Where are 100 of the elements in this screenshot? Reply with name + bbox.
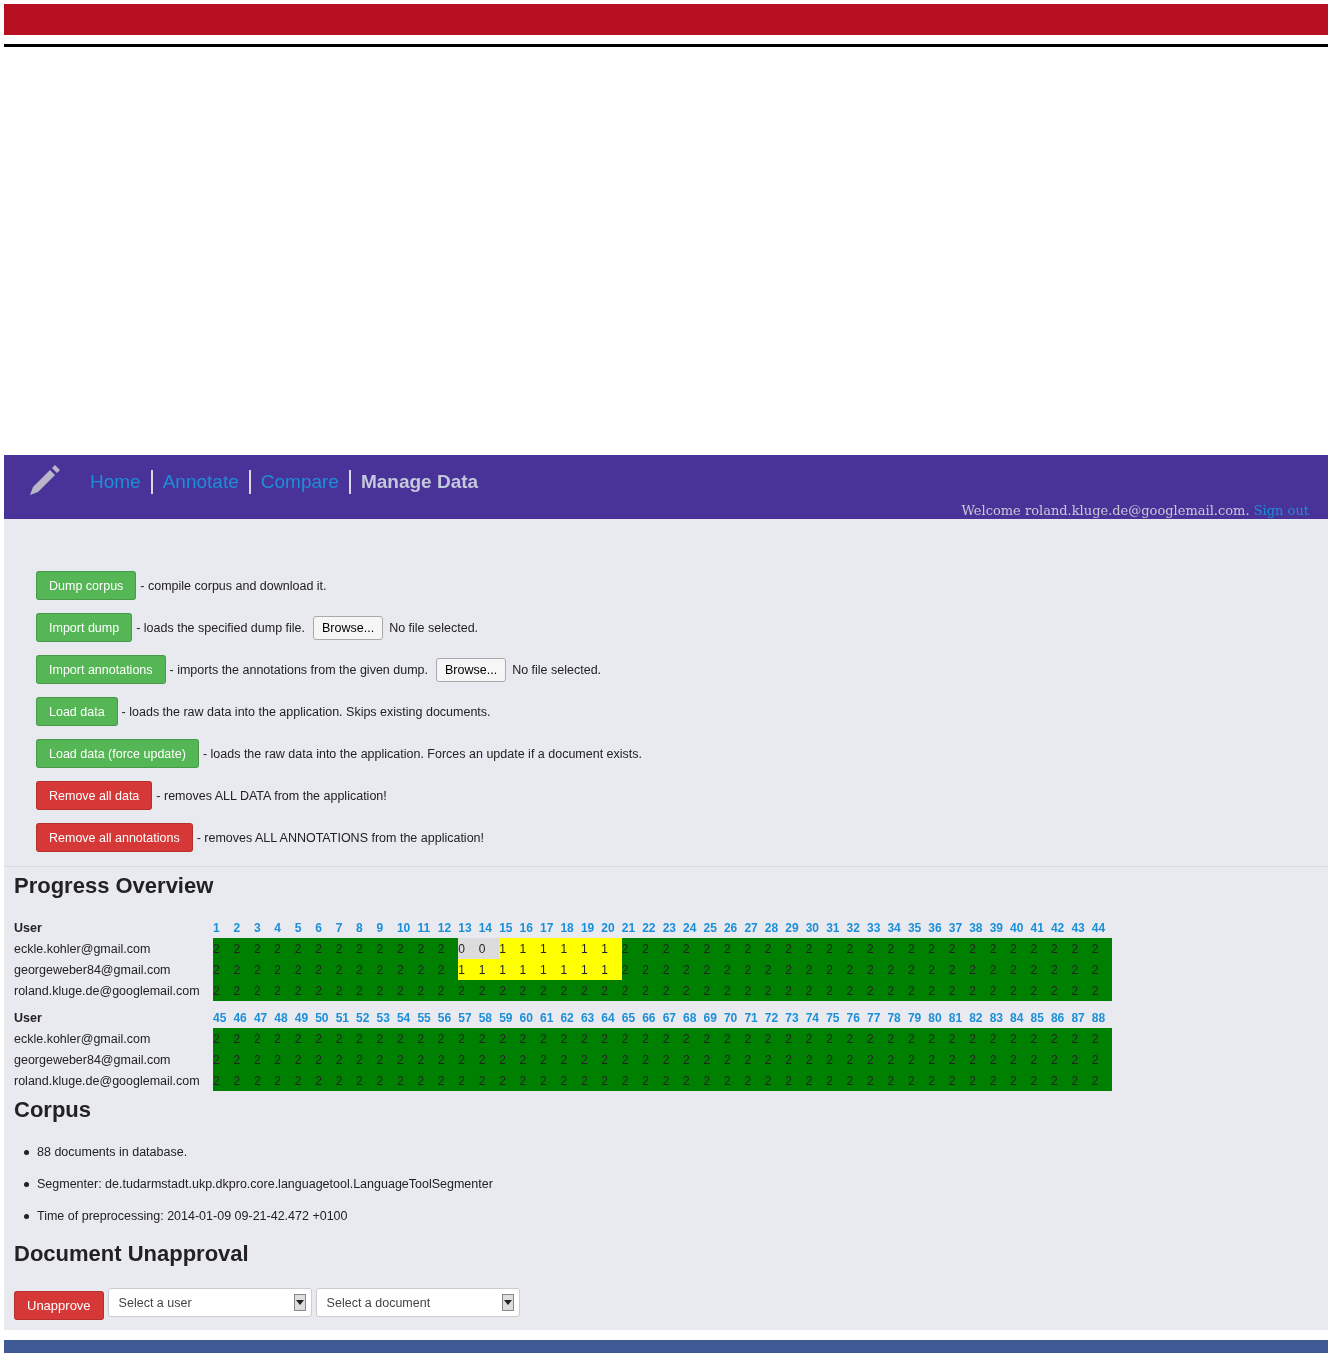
unapprove-button[interactable]: Unapprove <box>14 1291 104 1320</box>
document-link[interactable]: 64 <box>601 1010 615 1025</box>
document-link[interactable]: 33 <box>867 920 881 935</box>
document-link[interactable]: 43 <box>1071 920 1085 935</box>
document-link[interactable]: 19 <box>580 920 595 935</box>
document-link[interactable]: 12 <box>437 920 452 935</box>
action-button[interactable]: Load data (force update) <box>36 739 199 768</box>
document-link[interactable]: 82 <box>969 1010 983 1025</box>
document-link[interactable]: 74 <box>805 1010 820 1025</box>
document-link[interactable]: 60 <box>519 1010 533 1025</box>
document-link[interactable]: 22 <box>642 920 656 935</box>
document-link[interactable]: 28 <box>764 920 779 935</box>
document-link[interactable]: 67 <box>662 1010 676 1025</box>
document-link[interactable]: 68 <box>683 1010 697 1025</box>
document-link[interactable]: 52 <box>356 1010 370 1025</box>
document-link[interactable]: 38 <box>969 920 983 935</box>
document-link[interactable]: 84 <box>1010 1010 1024 1025</box>
document-link[interactable]: 25 <box>703 920 717 935</box>
document-link[interactable]: 23 <box>662 920 676 935</box>
document-link[interactable]: 34 <box>887 920 901 935</box>
document-link[interactable]: 66 <box>642 1010 656 1025</box>
nav-link[interactable]: Annotate <box>152 471 249 493</box>
document-link[interactable]: 49 <box>294 1010 309 1025</box>
document-link[interactable]: 26 <box>723 920 738 935</box>
browse-button[interactable]: Browse... <box>313 615 384 640</box>
document-link[interactable]: 76 <box>846 1010 860 1025</box>
document-link[interactable]: 87 <box>1071 1010 1085 1025</box>
document-link[interactable]: 18 <box>560 920 574 935</box>
document-link[interactable]: 73 <box>785 1010 799 1025</box>
document-link[interactable]: 7 <box>335 920 343 935</box>
document-link[interactable]: 70 <box>723 1010 738 1025</box>
document-link[interactable]: 30 <box>805 920 820 935</box>
document-link[interactable]: 72 <box>764 1010 779 1025</box>
document-link[interactable]: 65 <box>621 1010 636 1025</box>
document-link[interactable]: 47 <box>253 1010 268 1025</box>
document-link[interactable]: 59 <box>499 1010 513 1025</box>
document-link[interactable]: 11 <box>417 920 431 935</box>
document-link[interactable]: 20 <box>601 920 615 935</box>
document-link[interactable]: 44 <box>1091 920 1106 935</box>
document-link[interactable]: 63 <box>580 1010 595 1025</box>
document-link[interactable]: 69 <box>703 1010 717 1025</box>
document-link[interactable]: 85 <box>1030 1010 1044 1025</box>
document-link[interactable]: 6 <box>315 920 322 935</box>
document-link[interactable]: 5 <box>294 920 302 935</box>
document-link[interactable]: 31 <box>826 920 840 935</box>
document-link[interactable]: 54 <box>396 1010 411 1025</box>
document-link[interactable]: 29 <box>785 920 799 935</box>
document-link[interactable]: 17 <box>540 920 554 935</box>
document-link[interactable]: 48 <box>274 1010 288 1025</box>
document-select[interactable]: Select a document <box>315 1288 520 1317</box>
document-link[interactable]: 81 <box>948 1010 963 1025</box>
document-link[interactable]: 46 <box>233 1010 247 1025</box>
document-link[interactable]: 78 <box>887 1010 901 1025</box>
action-button[interactable]: Load data <box>36 697 118 726</box>
document-link[interactable]: 77 <box>867 1010 881 1025</box>
document-link[interactable]: 24 <box>683 920 697 935</box>
action-button[interactable]: Remove all data <box>36 781 153 810</box>
document-link[interactable]: 55 <box>417 1010 431 1025</box>
document-link[interactable]: 53 <box>376 1010 390 1025</box>
document-link[interactable]: 10 <box>396 920 411 935</box>
document-link[interactable]: 80 <box>928 1010 942 1025</box>
document-link[interactable]: 1 <box>213 920 220 935</box>
document-link[interactable]: 37 <box>948 920 963 935</box>
document-link[interactable]: 58 <box>478 1010 493 1025</box>
document-link[interactable]: 75 <box>826 1010 840 1025</box>
document-link[interactable]: 8 <box>356 920 363 935</box>
action-button[interactable]: Import dump <box>36 613 133 642</box>
action-button[interactable]: Import annotations <box>36 655 166 684</box>
document-link[interactable]: 79 <box>907 1010 922 1025</box>
sign-out-link[interactable]: Sign out <box>1253 503 1309 518</box>
document-link[interactable]: 4 <box>274 920 281 935</box>
action-button[interactable]: Remove all annotations <box>36 823 193 852</box>
browse-button[interactable]: Browse... <box>436 657 507 682</box>
document-link[interactable]: 16 <box>519 920 533 935</box>
document-link[interactable]: 27 <box>744 920 758 935</box>
document-link[interactable]: 83 <box>989 1010 1003 1025</box>
document-link[interactable]: 40 <box>1010 920 1024 935</box>
document-link[interactable]: 57 <box>458 1010 472 1025</box>
nav-link[interactable]: Manage Data <box>350 471 489 493</box>
document-link[interactable]: 86 <box>1050 1010 1065 1025</box>
document-link[interactable]: 51 <box>335 1010 349 1025</box>
user-select[interactable]: Select a user <box>107 1288 312 1317</box>
document-link[interactable]: 2 <box>233 920 241 935</box>
document-link[interactable]: 88 <box>1091 1010 1106 1025</box>
document-link[interactable]: 3 <box>253 920 261 935</box>
document-link[interactable]: 41 <box>1030 920 1044 935</box>
document-link[interactable]: 13 <box>458 920 472 935</box>
document-link[interactable]: 42 <box>1050 920 1065 935</box>
document-link[interactable]: 14 <box>478 920 493 935</box>
nav-link[interactable]: Home <box>80 471 151 493</box>
document-link[interactable]: 56 <box>437 1010 452 1025</box>
action-button[interactable]: Dump corpus <box>36 571 137 600</box>
document-link[interactable]: 9 <box>376 920 384 935</box>
document-link[interactable]: 36 <box>928 920 942 935</box>
nav-link[interactable]: Compare <box>250 471 349 493</box>
document-link[interactable]: 32 <box>846 920 860 935</box>
document-link[interactable]: 21 <box>621 920 636 935</box>
document-link[interactable]: 62 <box>560 1010 574 1025</box>
document-link[interactable]: 15 <box>499 920 513 935</box>
document-link[interactable]: 61 <box>540 1010 554 1025</box>
